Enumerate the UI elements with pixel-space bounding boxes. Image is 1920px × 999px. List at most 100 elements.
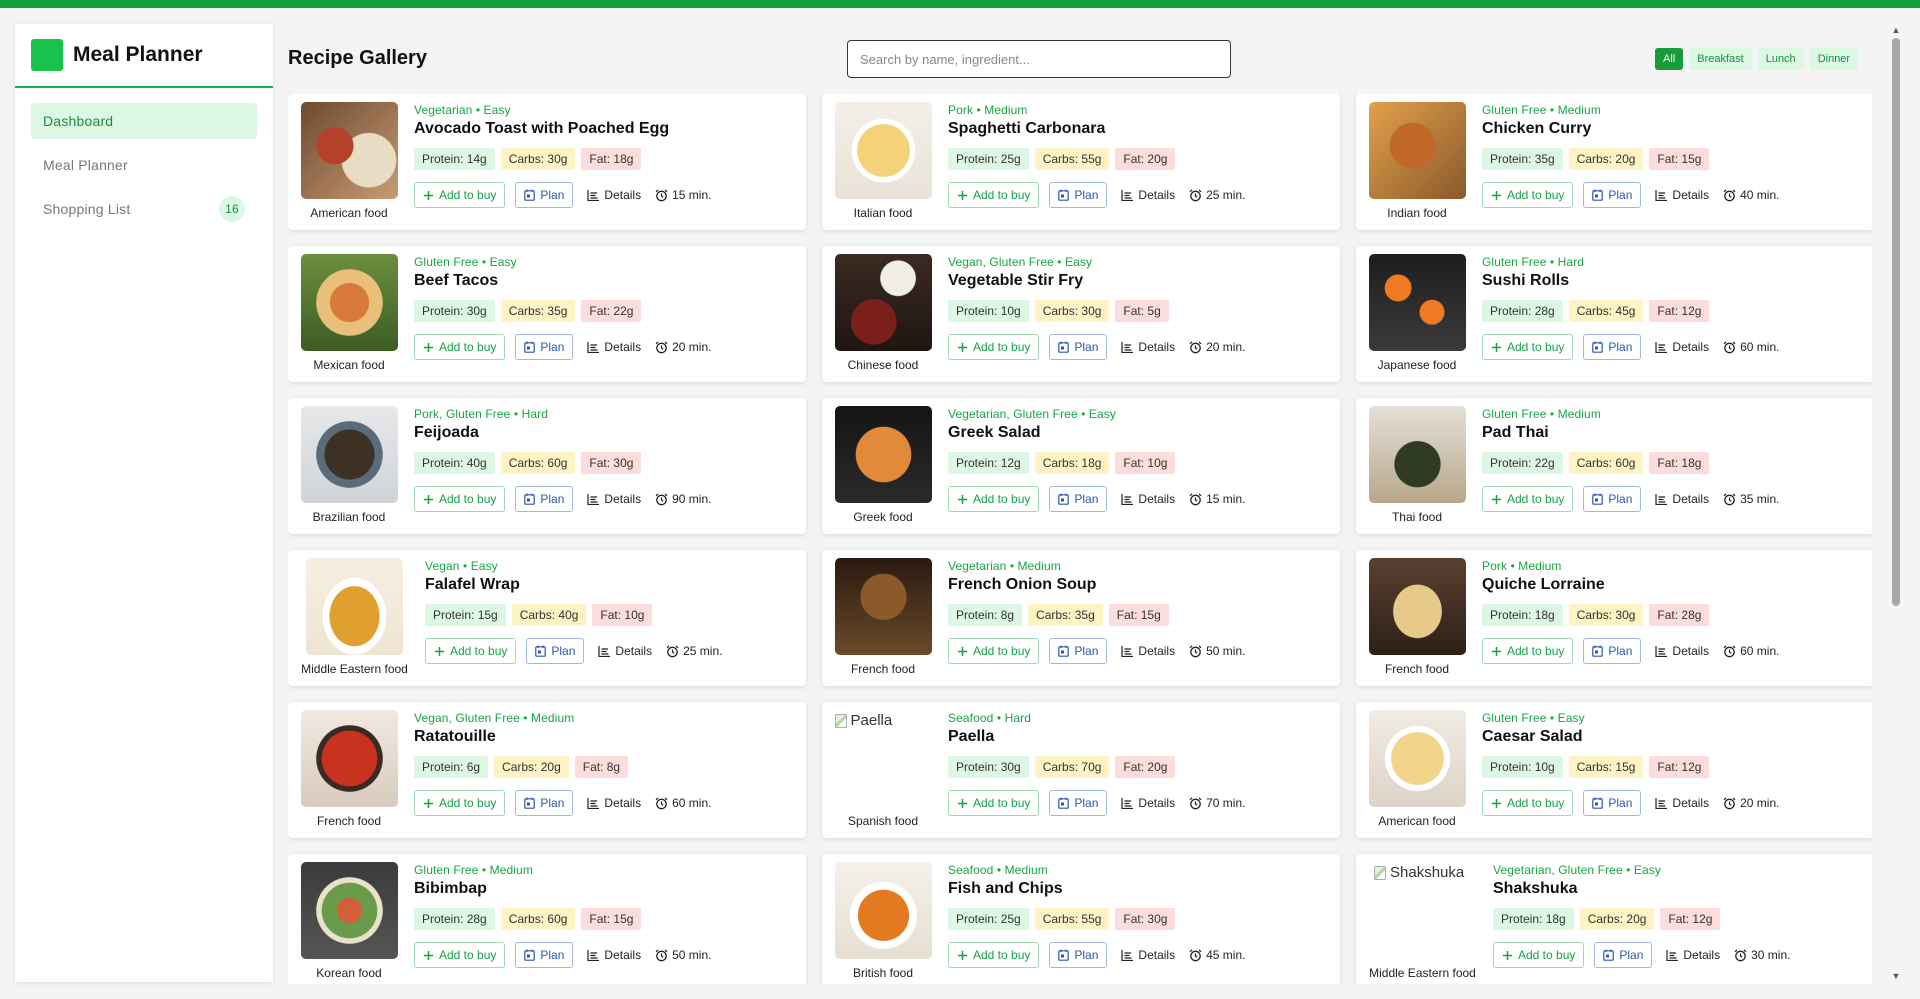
add-to-buy-button[interactable]: Add to buy bbox=[948, 182, 1040, 208]
plan-button[interactable]: Plan bbox=[526, 638, 585, 664]
filter-breakfast[interactable]: Breakfast bbox=[1689, 48, 1752, 70]
filter-lunch[interactable]: Lunch bbox=[1757, 48, 1804, 70]
recipe-image bbox=[834, 406, 932, 503]
recipe-macros: Protein: 8g Carbs: 35g Fat: 15g bbox=[948, 604, 1245, 626]
plan-button[interactable]: Plan bbox=[515, 486, 574, 512]
add-to-buy-button[interactable]: Add to buy bbox=[1493, 942, 1585, 968]
details-link[interactable]: Details bbox=[1655, 644, 1709, 658]
details-link[interactable]: Details bbox=[587, 492, 641, 506]
scroll-track[interactable] bbox=[1890, 36, 1902, 970]
details-link[interactable]: Details bbox=[1121, 492, 1175, 506]
add-to-buy-button[interactable]: Add to buy bbox=[1482, 486, 1574, 512]
chart-bars-icon bbox=[1121, 341, 1134, 353]
plan-button[interactable]: Plan bbox=[1583, 486, 1642, 512]
plan-button[interactable]: Plan bbox=[1049, 790, 1108, 816]
recipe-thumb-column: Middle Eastern food bbox=[299, 558, 410, 686]
details-link[interactable]: Details bbox=[598, 644, 652, 658]
sidebar-item-meal-planner[interactable]: Meal Planner bbox=[31, 147, 257, 183]
add-to-buy-button[interactable]: Add to buy bbox=[414, 942, 506, 968]
recipe-name: Paella bbox=[948, 728, 995, 745]
add-to-buy-button[interactable]: Add to buy bbox=[948, 942, 1040, 968]
details-link[interactable]: Details bbox=[587, 188, 641, 202]
chart-bars-icon bbox=[587, 797, 600, 809]
add-to-buy-button[interactable]: Add to buy bbox=[948, 334, 1040, 360]
carbs-chip: Carbs: 30g bbox=[500, 148, 576, 170]
plan-button[interactable]: Plan bbox=[1583, 638, 1642, 664]
filter-dinner[interactable]: Dinner bbox=[1809, 48, 1859, 70]
details-link[interactable]: Details bbox=[1121, 948, 1175, 962]
recipe-name: Spaghetti Carbonara bbox=[948, 120, 1106, 137]
scroll-thumb[interactable] bbox=[1892, 38, 1900, 606]
alarm-clock-icon bbox=[1723, 341, 1736, 354]
recipe-name: Pad Thai bbox=[1482, 424, 1549, 441]
recipe-name: French Onion Soup bbox=[948, 576, 1097, 593]
recipe-image bbox=[834, 558, 932, 655]
search-input[interactable] bbox=[847, 40, 1231, 78]
recipe-image bbox=[834, 862, 932, 959]
recipe-cuisine: Japanese food bbox=[1377, 358, 1457, 372]
add-to-buy-button[interactable]: Add to buy bbox=[948, 790, 1040, 816]
carbs-chip: Carbs: 20g bbox=[494, 756, 569, 778]
details-link[interactable]: Details bbox=[1121, 644, 1175, 658]
details-link[interactable]: Details bbox=[587, 340, 641, 354]
chart-bars-icon bbox=[587, 949, 600, 961]
plan-button[interactable]: Plan bbox=[1049, 942, 1108, 968]
recipe-thumb-column: Brazilian food bbox=[299, 406, 399, 534]
add-to-buy-button[interactable]: Add to buy bbox=[948, 486, 1040, 512]
details-link[interactable]: Details bbox=[1666, 948, 1720, 962]
details-link[interactable]: Details bbox=[587, 948, 641, 962]
add-to-buy-button[interactable]: Add to buy bbox=[1482, 638, 1574, 664]
plan-button[interactable]: Plan bbox=[1583, 182, 1642, 208]
scroll-up-arrow-icon[interactable]: ▲ bbox=[1890, 24, 1902, 36]
sidebar-item-dashboard[interactable]: Dashboard bbox=[31, 103, 257, 139]
add-to-buy-button[interactable]: Add to buy bbox=[1482, 182, 1574, 208]
details-link[interactable]: Details bbox=[1121, 796, 1175, 810]
add-to-buy-button[interactable]: Add to buy bbox=[414, 486, 506, 512]
details-link[interactable]: Details bbox=[1121, 340, 1175, 354]
plan-button[interactable]: Plan bbox=[1049, 334, 1108, 360]
plan-button[interactable]: Plan bbox=[1594, 942, 1653, 968]
details-link[interactable]: Details bbox=[1121, 188, 1175, 202]
cook-time: 25 min. bbox=[1189, 188, 1245, 202]
cook-time: 15 min. bbox=[655, 188, 711, 202]
plan-button[interactable]: Plan bbox=[1583, 790, 1642, 816]
details-link[interactable]: Details bbox=[1655, 796, 1709, 810]
details-link[interactable]: Details bbox=[1655, 340, 1709, 354]
cook-time: 45 min. bbox=[1189, 948, 1245, 962]
details-link[interactable]: Details bbox=[587, 796, 641, 810]
recipe-macros: Protein: 25g Carbs: 55g Fat: 30g bbox=[948, 908, 1245, 930]
cook-time: 20 min. bbox=[1723, 796, 1779, 810]
plan-button[interactable]: Plan bbox=[1049, 182, 1108, 208]
recipe-cuisine: French food bbox=[850, 662, 916, 676]
plan-button[interactable]: Plan bbox=[515, 942, 574, 968]
chart-bars-icon bbox=[587, 341, 600, 353]
page-scrollbar[interactable]: ▲ ▼ bbox=[1890, 24, 1902, 982]
recipe-tags: Vegan • Easy bbox=[425, 559, 498, 573]
add-to-buy-button[interactable]: Add to buy bbox=[1482, 334, 1574, 360]
add-to-buy-button[interactable]: Add to buy bbox=[425, 638, 517, 664]
carbs-chip: Carbs: 35g bbox=[1028, 604, 1103, 626]
sidebar-item-shopping-list[interactable]: Shopping List 16 bbox=[31, 191, 257, 227]
filter-all[interactable]: All bbox=[1655, 48, 1684, 70]
recipe-name: Bibimbap bbox=[414, 880, 487, 897]
add-to-buy-button[interactable]: Add to buy bbox=[1482, 790, 1574, 816]
details-link[interactable]: Details bbox=[1655, 492, 1709, 506]
add-to-buy-button[interactable]: Add to buy bbox=[414, 334, 506, 360]
cook-time: 60 min. bbox=[1723, 340, 1779, 354]
scroll-down-arrow-icon[interactable]: ▼ bbox=[1890, 970, 1902, 982]
plan-button[interactable]: Plan bbox=[1049, 486, 1108, 512]
calendar-icon bbox=[535, 645, 547, 657]
details-link[interactable]: Details bbox=[1655, 188, 1709, 202]
plan-button[interactable]: Plan bbox=[1583, 334, 1642, 360]
alarm-clock-icon bbox=[1189, 949, 1202, 962]
plan-button[interactable]: Plan bbox=[515, 790, 574, 816]
add-to-buy-button[interactable]: Add to buy bbox=[414, 182, 506, 208]
recipe-thumb-column: French food bbox=[833, 558, 933, 686]
add-to-buy-button[interactable]: Add to buy bbox=[414, 790, 506, 816]
add-to-buy-button[interactable]: Add to buy bbox=[948, 638, 1040, 664]
recipe-actions: Add to buy Plan Details 60 min. bbox=[1482, 334, 1779, 360]
plan-button[interactable]: Plan bbox=[515, 334, 574, 360]
plan-button[interactable]: Plan bbox=[1049, 638, 1108, 664]
plan-button[interactable]: Plan bbox=[515, 182, 574, 208]
protein-chip: Protein: 18g bbox=[1482, 604, 1563, 626]
